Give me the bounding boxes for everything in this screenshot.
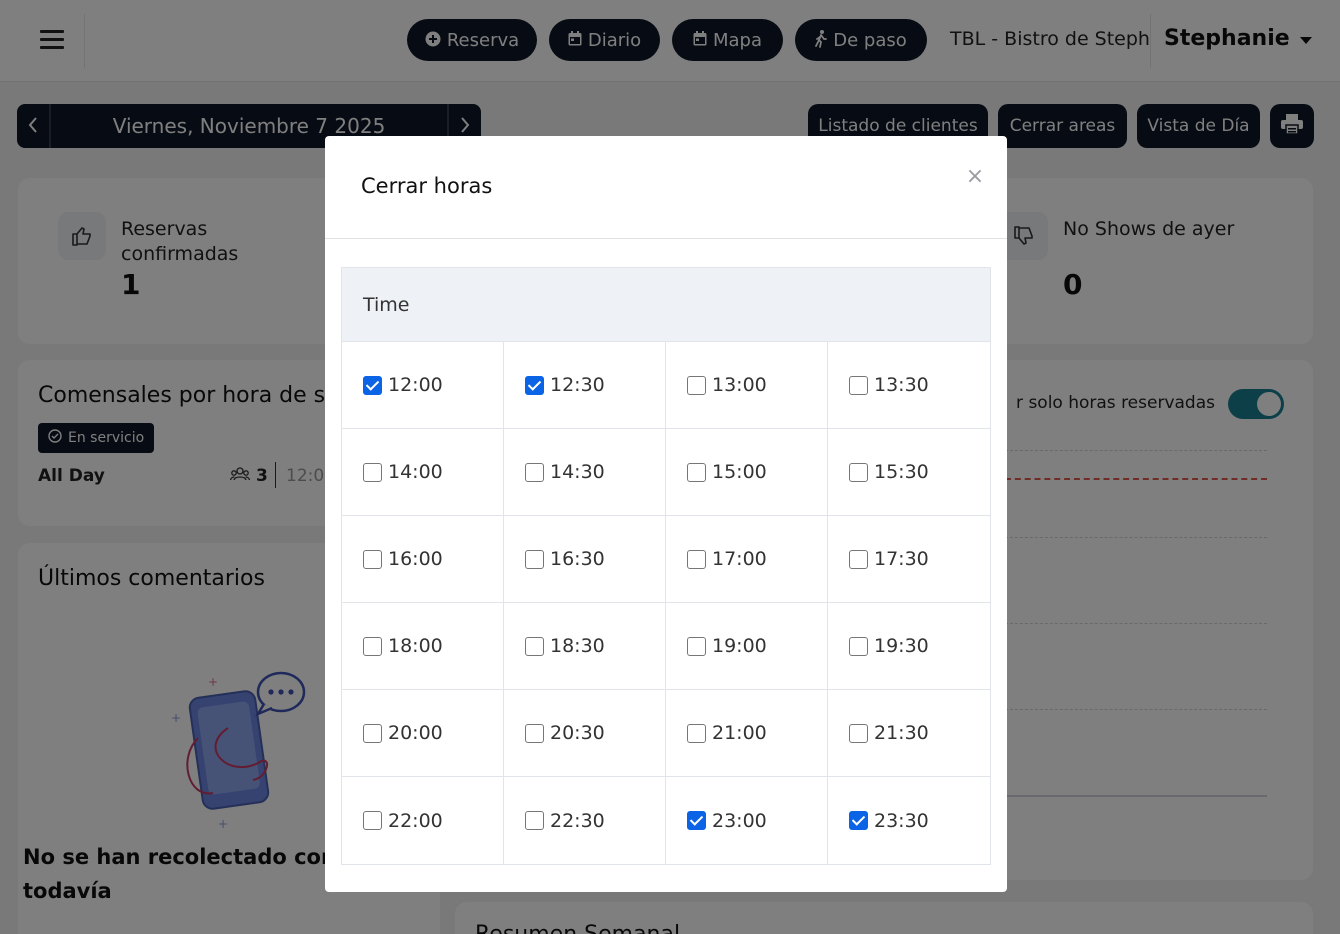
hour-slot-1330[interactable]: 13:30: [828, 342, 990, 428]
hour-checkbox[interactable]: [525, 636, 544, 656]
close-hours-modal: Cerrar horas × Time 12:00 12:30 13:00 13:30…: [325, 136, 1007, 892]
hour-label: 19:00: [712, 635, 767, 657]
hour-label: 22:30: [550, 809, 605, 832]
hours-table: Time 12:00 12:30 13:00 13:30 14:00 14:30 15:00…: [341, 267, 991, 865]
table-row: 18:00 18:30 19:00 19:30: [342, 603, 990, 690]
hour-slot-1830[interactable]: 18:30: [504, 603, 666, 689]
hour-label: 20:00: [388, 722, 443, 744]
hour-slot-1230[interactable]: 12:30: [504, 342, 666, 428]
divider: [325, 238, 1007, 239]
hour-label: 19:30: [874, 635, 929, 657]
hour-checkbox[interactable]: [525, 462, 544, 482]
hour-label: 14:30: [550, 461, 605, 483]
hour-checkbox[interactable]: [525, 723, 544, 743]
hour-slot-2100[interactable]: 21:00: [666, 690, 828, 776]
table-header: Time: [342, 268, 990, 342]
hour-label: 15:30: [874, 461, 929, 483]
hour-slot-1400[interactable]: 14:00: [342, 429, 504, 515]
hour-checkbox[interactable]: [849, 375, 868, 395]
hour-label: 12:00: [388, 374, 443, 396]
hour-slot-1500[interactable]: 15:00: [666, 429, 828, 515]
hour-slot-1600[interactable]: 16:00: [342, 516, 504, 602]
hour-label: 17:00: [712, 548, 767, 570]
hour-slot-2330[interactable]: 23:30: [828, 777, 990, 864]
hour-label: 12:30: [550, 374, 605, 396]
hour-checkbox[interactable]: [363, 462, 382, 482]
hour-checkbox[interactable]: [363, 811, 382, 830]
hour-slot-1630[interactable]: 16:30: [504, 516, 666, 602]
hour-checkbox[interactable]: [363, 723, 382, 743]
hour-label: 18:30: [550, 635, 605, 657]
hour-checkbox[interactable]: [687, 549, 706, 569]
hour-checkbox[interactable]: [849, 723, 868, 743]
hour-checkbox[interactable]: [849, 462, 868, 482]
hour-slot-1430[interactable]: 14:30: [504, 429, 666, 515]
modal-title: Cerrar horas: [361, 174, 493, 198]
hour-slot-2200[interactable]: 22:00: [342, 777, 504, 864]
table-row: 16:00 16:30 17:00 17:30: [342, 516, 990, 603]
hour-label: 17:30: [874, 548, 929, 570]
hour-slot-2000[interactable]: 20:00: [342, 690, 504, 776]
hour-slot-1900[interactable]: 19:00: [666, 603, 828, 689]
hour-checkbox[interactable]: [687, 811, 706, 830]
table-row: 12:00 12:30 13:00 13:30: [342, 342, 990, 429]
table-row: 22:00 22:30 23:00 23:30: [342, 777, 990, 864]
hour-checkbox[interactable]: [687, 375, 706, 395]
table-row: 14:00 14:30 15:00 15:30: [342, 429, 990, 516]
hour-slot-1300[interactable]: 13:00: [666, 342, 828, 428]
hour-label: 21:00: [712, 722, 767, 744]
hour-checkbox[interactable]: [849, 636, 868, 656]
hour-checkbox[interactable]: [525, 375, 544, 395]
hour-slot-1930[interactable]: 19:30: [828, 603, 990, 689]
hour-label: 16:00: [388, 548, 443, 570]
table-row: 20:00 20:30 21:00 21:30: [342, 690, 990, 777]
hour-checkbox[interactable]: [849, 811, 868, 830]
hour-label: 21:30: [874, 722, 929, 744]
hour-slot-2300[interactable]: 23:00: [666, 777, 828, 864]
hour-checkbox[interactable]: [687, 723, 706, 743]
hour-slot-1530[interactable]: 15:30: [828, 429, 990, 515]
hour-label: 22:00: [388, 809, 443, 832]
hour-checkbox[interactable]: [363, 549, 382, 569]
hour-label: 16:30: [550, 548, 605, 570]
hour-label: 13:30: [874, 374, 929, 396]
hour-slot-2030[interactable]: 20:30: [504, 690, 666, 776]
hour-slot-2230[interactable]: 22:30: [504, 777, 666, 864]
hour-checkbox[interactable]: [849, 549, 868, 569]
hour-slot-1700[interactable]: 17:00: [666, 516, 828, 602]
hour-checkbox[interactable]: [363, 636, 382, 656]
hour-label: 23:30: [874, 809, 929, 832]
hour-slot-1200[interactable]: 12:00: [342, 342, 504, 428]
hour-label: 13:00: [712, 374, 767, 396]
hour-label: 14:00: [388, 461, 443, 483]
hour-checkbox[interactable]: [363, 375, 382, 395]
close-icon[interactable]: ×: [963, 164, 987, 190]
hour-checkbox[interactable]: [687, 636, 706, 656]
hour-label: 15:00: [712, 461, 767, 483]
hour-checkbox[interactable]: [687, 462, 706, 482]
hour-slot-1800[interactable]: 18:00: [342, 603, 504, 689]
hour-checkbox[interactable]: [525, 549, 544, 569]
hour-label: 20:30: [550, 722, 605, 744]
hour-slot-2130[interactable]: 21:30: [828, 690, 990, 776]
hour-slot-1730[interactable]: 17:30: [828, 516, 990, 602]
hour-checkbox[interactable]: [525, 811, 544, 830]
hour-label: 23:00: [712, 809, 767, 832]
hour-label: 18:00: [388, 635, 443, 657]
